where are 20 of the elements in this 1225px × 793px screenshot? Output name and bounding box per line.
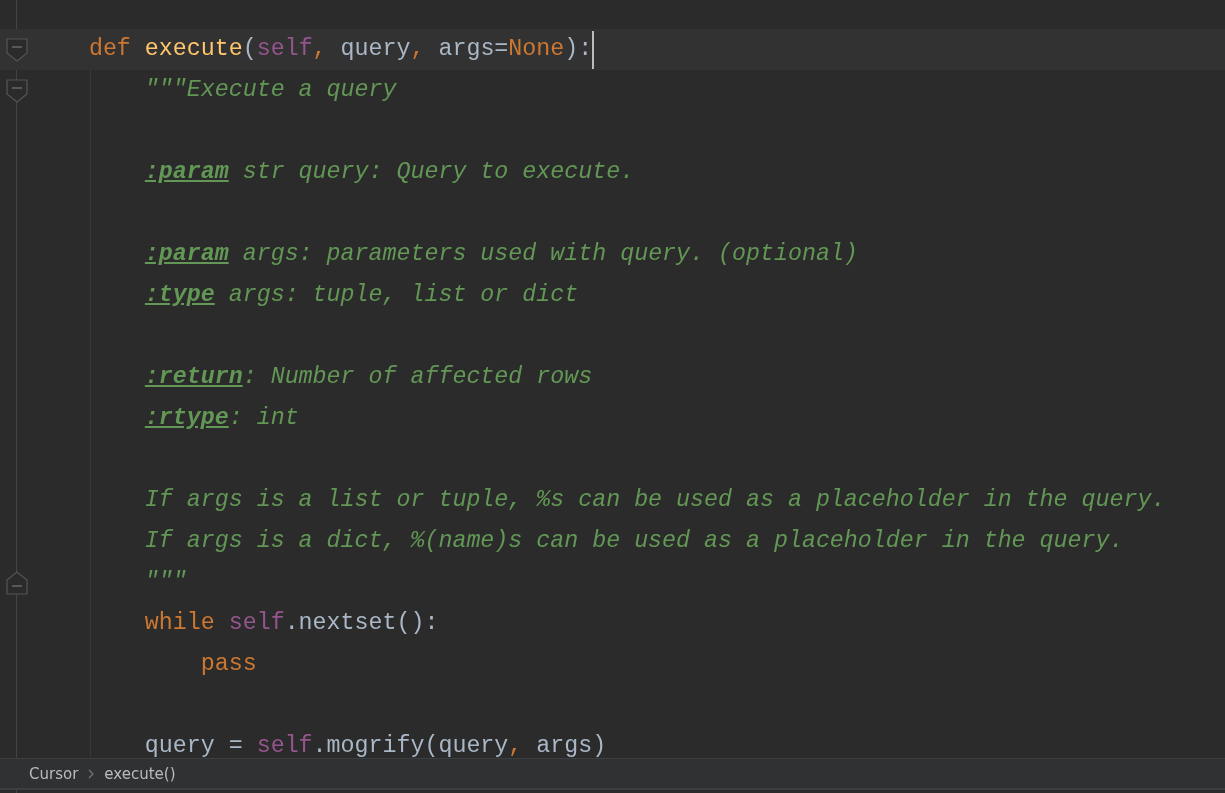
code-line: :type args: tuple, list or dict	[144, 281, 579, 310]
breadcrumb-item[interactable]: Cursor	[29, 764, 79, 783]
code-line: while self.nextset():	[144, 609, 439, 638]
fold-collapse-icon[interactable]	[6, 38, 28, 62]
code-line: def execute(self, query, args=None):	[88, 35, 593, 64]
code-line: :param args: parameters used with query. (optional)	[144, 240, 858, 269]
code-line: :rtype: int	[144, 404, 299, 433]
code-line: If args is a list or tuple, %s can be used as a placeholder in the query.	[144, 486, 1166, 515]
fold-collapse-icon[interactable]	[6, 79, 28, 103]
code-line: """Execute a query	[144, 76, 397, 105]
code-line: query = self.mogrify(query, args)	[144, 732, 607, 758]
breadcrumb-item[interactable]: execute()	[104, 764, 176, 783]
text-cursor	[592, 30, 595, 69]
code-line: pass	[200, 650, 257, 679]
code-line: If args is a dict, %(name)s can be used as a placeholder in the query.	[144, 527, 1124, 556]
chevron-right-icon	[88, 768, 95, 779]
code-line: :param str query: Query to execute.	[144, 158, 635, 187]
code-line: """	[144, 568, 187, 597]
code-line: :return: Number of affected rows	[144, 363, 593, 392]
fold-collapse-icon[interactable]	[6, 571, 28, 595]
